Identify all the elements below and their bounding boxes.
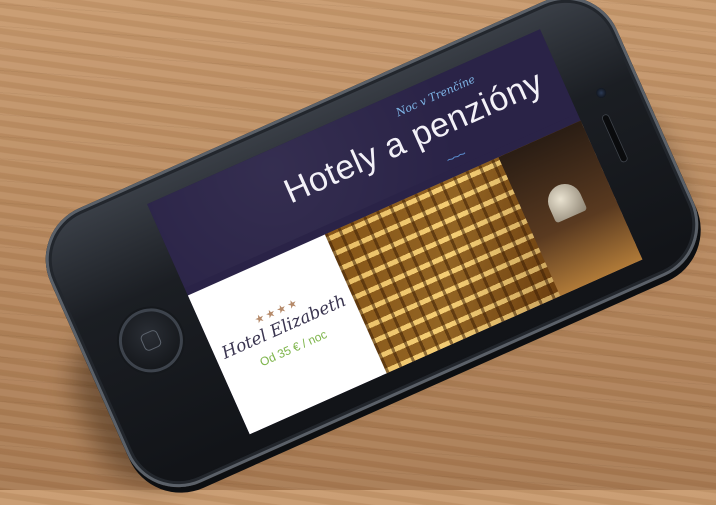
earpiece-speaker [600, 112, 630, 164]
home-button-icon [139, 328, 163, 353]
home-button[interactable] [108, 298, 194, 383]
front-camera-icon [594, 86, 608, 100]
wave-divider-icon: ~~~ [443, 145, 467, 168]
